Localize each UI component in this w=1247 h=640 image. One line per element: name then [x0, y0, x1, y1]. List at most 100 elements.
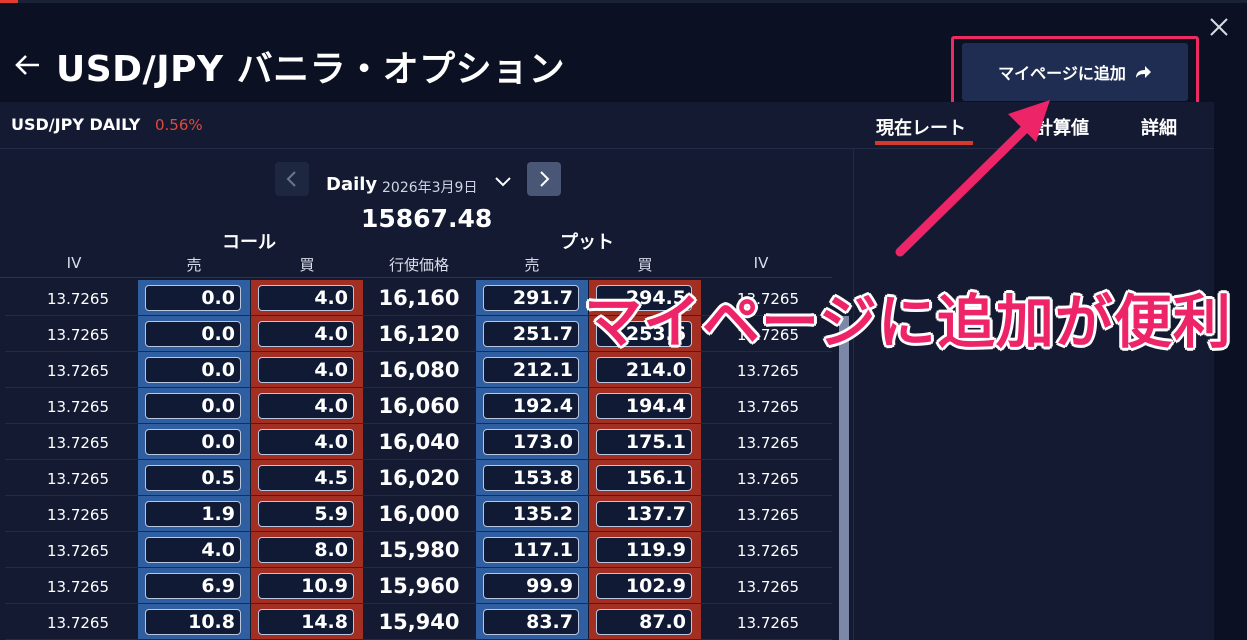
pair-label: USD/JPY DAILY: [11, 115, 141, 134]
put-bid-price[interactable]: 83.7: [483, 609, 579, 635]
table-row: 13.7265 0.0 4.0 16,060 192.4 194.4 13.7265: [0, 388, 832, 424]
put-ask-price[interactable]: 137.7: [596, 501, 692, 527]
call-bid-price[interactable]: 0.0: [145, 357, 241, 383]
put-ask-price[interactable]: 119.9: [596, 537, 692, 563]
put-group-label: プット: [560, 232, 614, 253]
previous-date-button[interactable]: [275, 162, 309, 196]
call-ask-price[interactable]: 8.0: [258, 537, 354, 563]
top-border: [0, 0, 1247, 3]
put-ask-price[interactable]: 175.1: [596, 429, 692, 455]
put-bid-cell: 173.0: [476, 424, 588, 460]
call-bid-price[interactable]: 4.0: [145, 537, 241, 563]
call-ask-price[interactable]: 10.9: [258, 573, 354, 599]
put-bid-cell: 251.7: [476, 316, 588, 352]
call-bid-price[interactable]: 0.0: [145, 285, 241, 311]
call-ask-price[interactable]: 5.9: [258, 501, 354, 527]
call-bid-price[interactable]: 0.0: [145, 321, 241, 347]
call-ask-price[interactable]: 4.0: [258, 357, 354, 383]
call-bid-price[interactable]: 0.0: [145, 393, 241, 419]
call-ask-price[interactable]: 4.0: [258, 321, 354, 347]
strike-price: 16,020: [378, 466, 460, 490]
iv-call-value: 13.7265: [46, 614, 110, 632]
put-bid-cell: 83.7: [476, 604, 588, 640]
tab-details[interactable]: 詳細: [1141, 114, 1177, 140]
put-ask-price[interactable]: 194.4: [596, 393, 692, 419]
side-panel-divider: [853, 148, 854, 640]
add-to-mypage-label: マイページに追加: [998, 64, 1126, 83]
arrow-left-icon[interactable]: [14, 50, 42, 80]
put-bid-cell: 291.7: [476, 280, 588, 316]
put-ask-price[interactable]: 102.9: [596, 573, 692, 599]
chevron-right-icon: [540, 171, 550, 187]
put-bid-price[interactable]: 153.8: [483, 465, 579, 491]
call-bid-cell: 10.8: [138, 604, 250, 640]
put-ask-cell: 119.9: [589, 532, 701, 568]
call-ask-price[interactable]: 4.0: [258, 393, 354, 419]
iv-put-value: 13.7265: [736, 506, 800, 524]
call-ask-cell: 14.8: [251, 604, 363, 640]
col-header-put-bid: 売: [524, 256, 540, 274]
iv-call-value: 13.7265: [46, 362, 110, 380]
call-bid-cell: 0.0: [138, 280, 250, 316]
call-ask-price[interactable]: 4.0: [258, 285, 354, 311]
put-bid-price[interactable]: 117.1: [483, 537, 579, 563]
table-row: 13.7265 4.0 8.0 15,980 117.1 119.9 13.7265: [0, 532, 832, 568]
strike-price: 16,060: [378, 394, 460, 418]
call-ask-cell: 10.9: [251, 568, 363, 604]
call-bid-cell: 0.0: [138, 388, 250, 424]
chevron-down-icon[interactable]: [494, 176, 512, 188]
put-ask-cell: 156.1: [589, 460, 701, 496]
iv-put-value: 13.7265: [736, 434, 800, 452]
put-bid-price[interactable]: 173.0: [483, 429, 579, 455]
call-bid-price[interactable]: 6.9: [145, 573, 241, 599]
table-row: 13.7265 0.5 4.5 16,020 153.8 156.1 13.7265: [0, 460, 832, 496]
put-ask-cell: 102.9: [589, 568, 701, 604]
iv-call-value: 13.7265: [46, 542, 110, 560]
put-bid-price[interactable]: 135.2: [483, 501, 579, 527]
put-bid-cell: 135.2: [476, 496, 588, 532]
iv-call-value: 13.7265: [46, 434, 110, 452]
top-accent: [0, 0, 18, 3]
call-ask-price[interactable]: 4.5: [258, 465, 354, 491]
put-bid-cell: 153.8: [476, 460, 588, 496]
put-bid-cell: 192.4: [476, 388, 588, 424]
col-header-put-ask: 買: [637, 256, 653, 274]
iv-put-value: 13.7265: [736, 614, 800, 632]
call-bid-cell: 4.0: [138, 532, 250, 568]
iv-call-value: 13.7265: [46, 326, 110, 344]
call-ask-cell: 4.0: [251, 352, 363, 388]
put-ask-price[interactable]: 214.0: [596, 357, 692, 383]
iv-put-value: 13.7265: [736, 470, 800, 488]
put-ask-price[interactable]: 87.0: [596, 609, 692, 635]
iv-put-value: 13.7265: [736, 542, 800, 560]
table-row: 13.7265 6.9 10.9 15,960 99.9 102.9 13.7265: [0, 568, 832, 604]
put-bid-price[interactable]: 192.4: [483, 393, 579, 419]
put-ask-price[interactable]: 156.1: [596, 465, 692, 491]
call-bid-price[interactable]: 10.8: [145, 609, 241, 635]
iv-put-value: 13.7265: [736, 362, 800, 380]
iv-call-value: 13.7265: [46, 290, 110, 308]
next-date-button[interactable]: [527, 162, 561, 196]
call-bid-price[interactable]: 1.9: [145, 501, 241, 527]
call-ask-price[interactable]: 4.0: [258, 429, 354, 455]
call-bid-cell: 0.0: [138, 424, 250, 460]
put-bid-cell: 212.1: [476, 352, 588, 388]
put-bid-price[interactable]: 251.7: [483, 321, 579, 347]
put-bid-price[interactable]: 99.9: [483, 573, 579, 599]
iv-put-value: 13.7265: [736, 578, 800, 596]
put-bid-cell: 117.1: [476, 532, 588, 568]
put-bid-price[interactable]: 212.1: [483, 357, 579, 383]
page-title: USD/JPY バニラ・オプション: [56, 49, 566, 90]
call-bid-price[interactable]: 0.0: [145, 429, 241, 455]
close-icon[interactable]: [1208, 16, 1230, 38]
call-bid-price[interactable]: 0.5: [145, 465, 241, 491]
strike-price: 15,940: [378, 610, 460, 634]
put-bid-price[interactable]: 291.7: [483, 285, 579, 311]
put-ask-cell: 87.0: [589, 604, 701, 640]
call-ask-price[interactable]: 14.8: [258, 609, 354, 635]
scrollbar[interactable]: [839, 316, 849, 640]
date-label: 2026年3月9日: [382, 180, 478, 196]
period-label: Daily: [326, 174, 378, 195]
put-ask-cell: 175.1: [589, 424, 701, 460]
put-ask-cell: 137.7: [589, 496, 701, 532]
